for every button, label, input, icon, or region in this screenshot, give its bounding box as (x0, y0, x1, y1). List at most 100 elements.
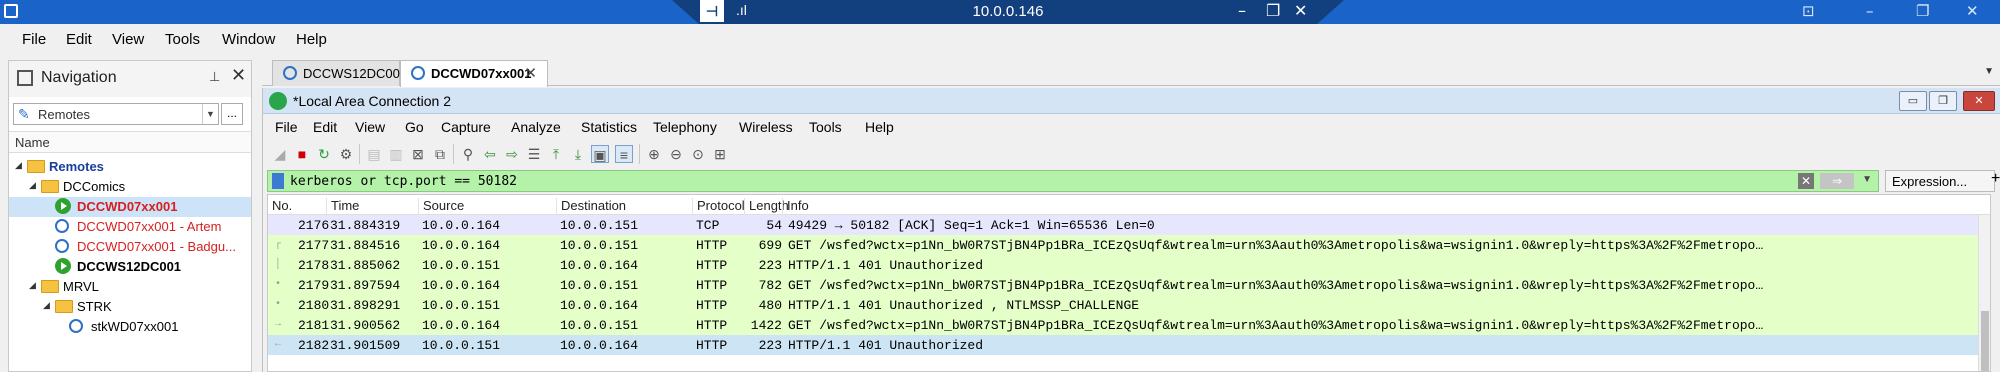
cell-time: 31.898291 (330, 298, 401, 313)
close-icon[interactable]: ✕ (524, 64, 537, 82)
menu-tools[interactable]: Tools (165, 31, 200, 48)
colorize-icon[interactable]: ≡ (615, 145, 633, 163)
expand-icon[interactable]: ◢ (15, 160, 22, 171)
menu-tools[interactable]: Tools (809, 119, 842, 135)
tab-dccws12dc001[interactable]: DCCWS12DC001 (272, 60, 407, 86)
tab-dccwd07xx001[interactable]: DCCWD07xx001 ✕ (400, 60, 548, 87)
toolbar-separator (453, 144, 454, 164)
restore-icon[interactable]: ❐ (1266, 1, 1280, 20)
save-file-icon[interactable]: ▥ (387, 145, 405, 163)
tree-item[interactable]: ◢ Remotes (9, 157, 251, 177)
menu-edit[interactable]: Edit (66, 31, 92, 48)
menu-file[interactable]: File (275, 119, 298, 135)
host-minimize-icon[interactable]: – (1866, 2, 1874, 20)
go-forward-icon[interactable]: ⇨ (503, 145, 521, 163)
shark-fin-start-icon[interactable]: ◢ (271, 145, 289, 163)
autoscroll-icon[interactable]: ▣ (591, 145, 609, 163)
remotes-combo[interactable]: ✎ Remotes ▼ (13, 103, 219, 125)
table-row[interactable]: 2176 31.884319 10.0.0.164 10.0.0.151 TCP 54 49… (268, 215, 1990, 235)
expand-icon[interactable]: ◢ (29, 180, 36, 191)
vertical-scrollbar[interactable] (1978, 215, 1990, 371)
menu-statistics[interactable]: Statistics (581, 119, 637, 135)
stop-capture-icon[interactable]: ■ (293, 145, 311, 163)
display-filter-bar[interactable]: kerberos or tcp.port == 50182 ✕ ⇒ ▼ (267, 170, 1879, 192)
table-row[interactable]: • 2180 31.898291 10.0.0.151 10.0.0.164 HTTP 48… (268, 295, 1990, 315)
last-packet-icon[interactable]: ⤓ (569, 145, 587, 163)
restart-capture-icon[interactable]: ↻ (315, 145, 333, 163)
table-row[interactable]: ← 2182 31.901509 10.0.0.151 10.0.0.164 HTTP 22… (268, 335, 1990, 355)
first-packet-icon[interactable]: ⤒ (547, 145, 565, 163)
go-back-icon[interactable]: ⇦ (481, 145, 499, 163)
menu-help[interactable]: Help (296, 31, 327, 48)
maximize-icon[interactable]: ❐ (1929, 91, 1957, 111)
related-packet-marker: ← (274, 339, 281, 350)
chevron-down-icon[interactable]: ▼ (1862, 174, 1872, 185)
expand-icon[interactable]: ◢ (29, 280, 36, 291)
cell-proto: HTTP (696, 258, 728, 273)
more-button[interactable]: ... (221, 103, 243, 125)
open-file-icon[interactable]: ▤ (365, 145, 383, 163)
tree-item[interactable]: DCCWD07xx001 - Artem (9, 217, 251, 237)
tree-item[interactable]: DCCWD07xx001 - Badgu... (9, 237, 251, 257)
table-row[interactable]: → 2181 31.900562 10.0.0.164 10.0.0.151 HTTP 14… (268, 315, 1990, 335)
menu-edit[interactable]: Edit (313, 119, 337, 135)
menu-telephony[interactable]: Telephony (653, 119, 717, 135)
tree-item-label: MRVL (63, 279, 99, 294)
zoom-reset-icon[interactable]: ⊙ (689, 145, 707, 163)
fullscreen-icon[interactable]: ⊡ (1802, 2, 1815, 20)
table-row[interactable]: • 2179 31.897594 10.0.0.164 10.0.0.151 HTTP 78… (268, 275, 1990, 295)
tree-item[interactable]: ◢ DCComics (9, 177, 251, 197)
column-destination[interactable]: Destination (556, 198, 626, 215)
tree-item-label: DCCWD07xx001 - Badgu... (77, 239, 236, 254)
expression-button[interactable]: Expression... (1885, 170, 1995, 192)
apply-filter-icon[interactable]: ⇒ (1820, 173, 1854, 189)
tree-item[interactable]: ◢ STRK (9, 297, 251, 317)
zoom-out-icon[interactable]: ⊖ (667, 145, 685, 163)
capture-options-icon[interactable]: ⚙ (337, 145, 355, 163)
tree-item[interactable]: DCCWS12DC001 (9, 257, 251, 277)
find-packet-icon[interactable]: ⚲ (459, 145, 477, 163)
scrollbar-thumb[interactable] (1981, 311, 1989, 371)
chevron-down-icon[interactable]: ▼ (202, 104, 218, 124)
close-icon[interactable]: ✕ (1963, 91, 1995, 111)
column-time[interactable]: Time (326, 198, 359, 215)
menu-view[interactable]: View (355, 119, 385, 135)
pin-icon[interactable]: ⊥ (209, 69, 220, 85)
host-restore-icon[interactable]: ❐ (1916, 2, 1929, 20)
menu-file[interactable]: File (22, 31, 46, 48)
menu-analyze[interactable]: Analyze (511, 119, 561, 135)
minimize-icon[interactable]: ▭ (1899, 91, 1927, 111)
menu-wireless[interactable]: Wireless (739, 119, 793, 135)
column-protocol[interactable]: Protocol (692, 198, 745, 215)
tree-item[interactable]: ◢ MRVL (9, 277, 251, 297)
table-row[interactable]: ┌ 2177 31.884516 10.0.0.164 10.0.0.151 HTTP 69… (268, 235, 1990, 255)
reload-file-icon[interactable]: ⧉ (431, 145, 449, 163)
column-no[interactable]: No. (268, 198, 292, 215)
add-filter-button[interactable]: + (1991, 170, 2000, 188)
clear-filter-icon[interactable]: ✕ (1798, 173, 1814, 189)
column-header-name[interactable]: Name (9, 131, 251, 153)
go-to-packet-icon[interactable]: ☰ (525, 145, 543, 163)
menu-view[interactable]: View (112, 31, 144, 48)
column-source[interactable]: Source (418, 198, 464, 215)
menu-help[interactable]: Help (865, 119, 894, 135)
bookmark-icon[interactable] (272, 173, 284, 189)
close-icon[interactable]: ✕ (1294, 1, 1307, 20)
tabs-menu-icon[interactable]: ▼ (1984, 66, 1994, 77)
tree-item[interactable]: DCCWD07xx001 (9, 197, 251, 217)
close-file-icon[interactable]: ⊠ (409, 145, 427, 163)
zoom-in-icon[interactable]: ⊕ (645, 145, 663, 163)
display-filter-input[interactable]: kerberos or tcp.port == 50182 (290, 174, 517, 189)
minimize-icon[interactable]: – (1238, 1, 1246, 20)
close-icon[interactable]: ✕ (231, 65, 246, 86)
menu-go[interactable]: Go (405, 119, 424, 135)
tree-item[interactable]: stkWD07xx001 (9, 317, 251, 337)
column-info[interactable]: Info (782, 198, 809, 215)
table-row[interactable]: │ 2178 31.885062 10.0.0.151 10.0.0.164 HTTP 22… (268, 255, 1990, 275)
navigation-panel: Navigation ⊥ ✕ ✎ Remotes ▼ ... Name ◢ Rem… (8, 60, 252, 372)
host-close-icon[interactable]: ✕ (1966, 2, 1979, 20)
expand-icon[interactable]: ◢ (43, 300, 50, 311)
menu-window[interactable]: Window (222, 31, 275, 48)
menu-capture[interactable]: Capture (441, 119, 491, 135)
resize-columns-icon[interactable]: ⊞ (711, 145, 729, 163)
